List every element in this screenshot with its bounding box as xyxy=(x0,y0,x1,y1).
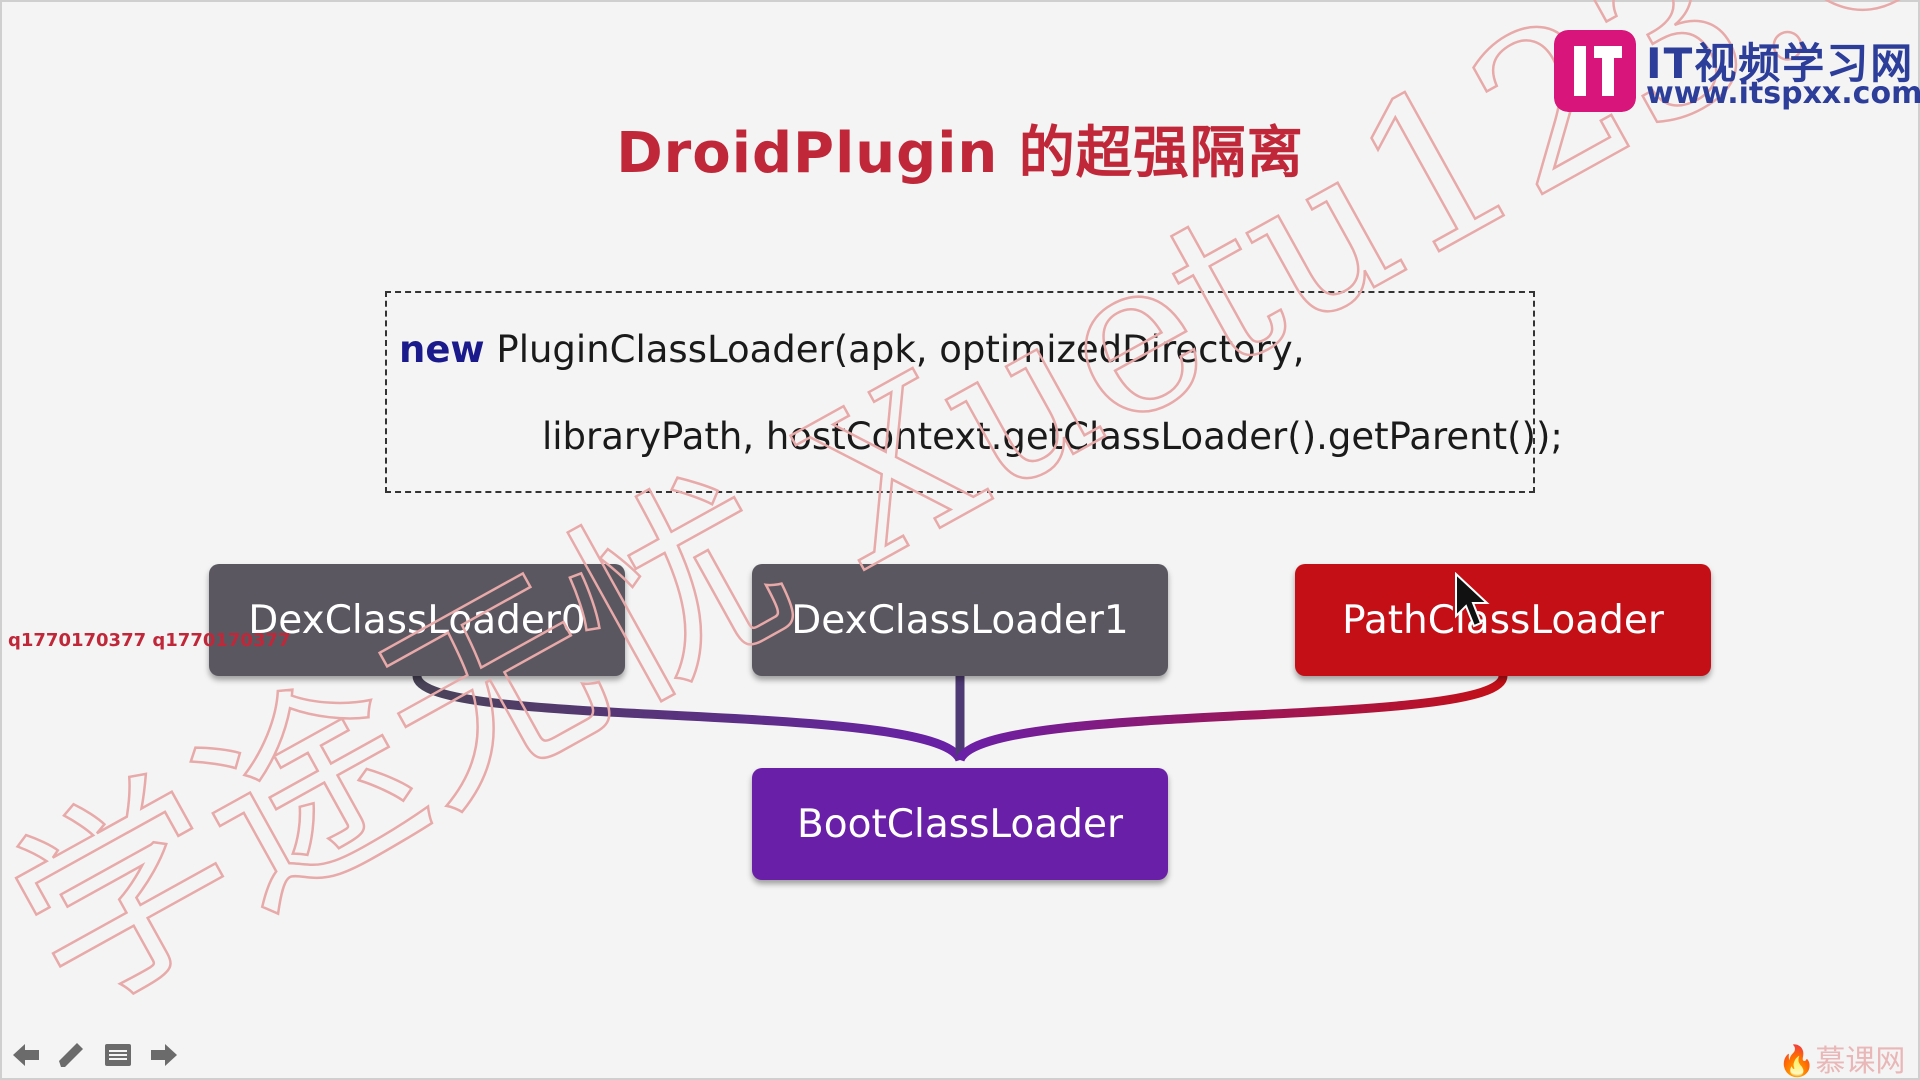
code-line-1: new PluginClassLoader(apk, optimizedDire… xyxy=(399,328,1304,371)
footer-brand: 🔥慕课网 xyxy=(1778,1036,1905,1080)
site-logo: IT视频学习网 www.itspxx.com xyxy=(1554,30,1920,116)
code-box: new PluginClassLoader(apk, optimizedDire… xyxy=(385,291,1563,493)
node-bootclassloader: BootClassLoader xyxy=(752,768,1168,880)
connector-path-boot xyxy=(955,674,1508,763)
node-dexclassloader0: DexClassLoader0 xyxy=(209,564,625,676)
connector-dex0-boot xyxy=(412,674,965,763)
code-line-2: libraryPath, hostContext.getClassLoader(… xyxy=(542,415,1563,458)
node-dexclassloader0-label: DexClassLoader0 xyxy=(248,597,586,643)
node-bootclassloader-label: BootClassLoader xyxy=(797,801,1123,847)
footer-brand-text: 慕课网 xyxy=(1815,1044,1906,1079)
slide-title: DroidPlugin 的超强隔离 xyxy=(616,121,1304,186)
node-dexclassloader1: DexClassLoader1 xyxy=(752,564,1168,676)
pen-icon[interactable] xyxy=(56,1040,88,1070)
flame-icon: 🔥 xyxy=(1778,1044,1816,1079)
code-keyword-new: new xyxy=(399,328,485,371)
qq-watermark: q1770170377 q1770170377 xyxy=(8,630,291,651)
arrow-right-icon[interactable] xyxy=(148,1040,180,1070)
arrow-left-icon[interactable] xyxy=(10,1040,42,1070)
logo-url: www.itspxx.com xyxy=(1646,76,1920,111)
slide-navigation xyxy=(10,1040,180,1070)
node-pathclassloader-label: PathClassLoader xyxy=(1342,597,1664,643)
menu-icon[interactable] xyxy=(102,1040,134,1070)
node-pathclassloader: PathClassLoader xyxy=(1295,564,1711,676)
node-dexclassloader1-label: DexClassLoader1 xyxy=(791,597,1129,643)
it-logo-icon xyxy=(1554,30,1636,112)
code-line-1-text: PluginClassLoader(apk, optimizedDirector… xyxy=(484,328,1305,371)
mouse-cursor-icon xyxy=(1455,572,1490,628)
